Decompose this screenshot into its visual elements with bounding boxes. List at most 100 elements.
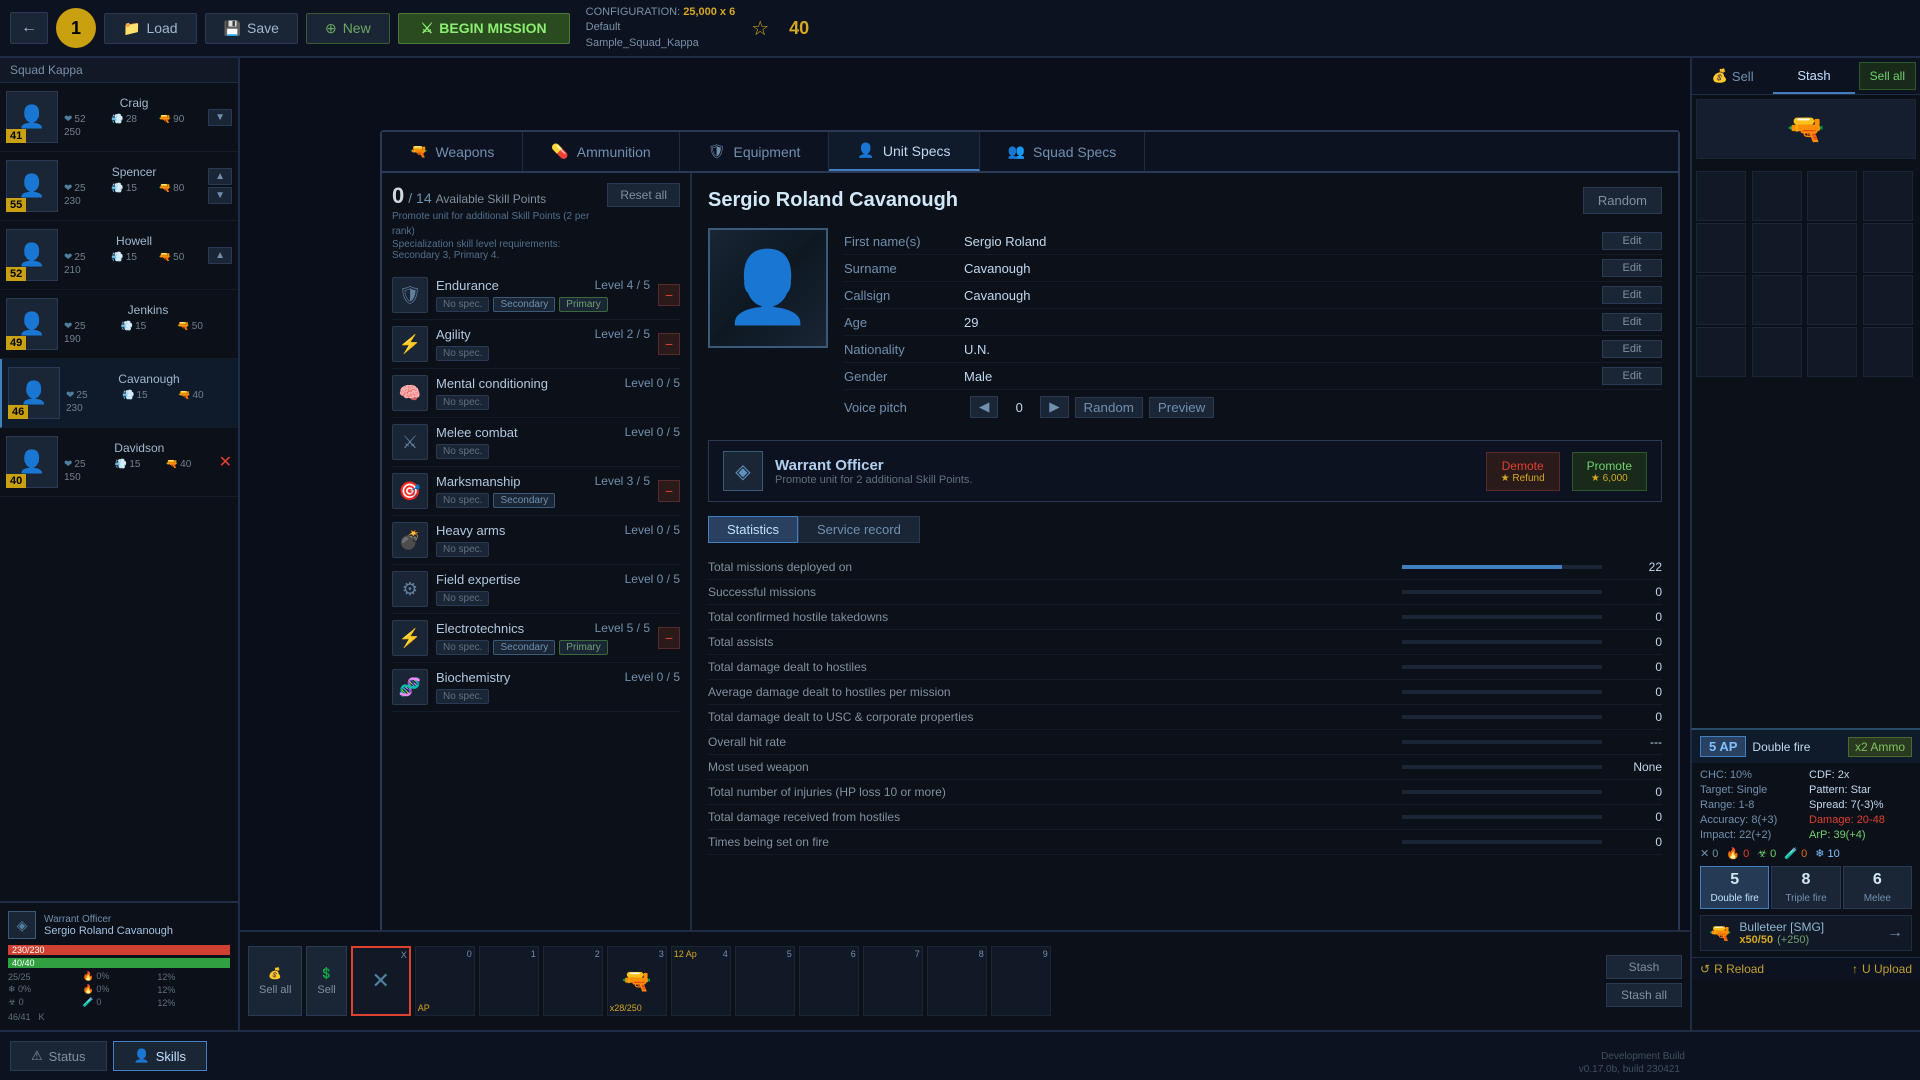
panel-body: 0 / 14 Available Skill Points Promote un… [382, 173, 1678, 978]
sell-tab[interactable]: 💰 Sell [1692, 58, 1773, 94]
triple-fire-tab-label: Triple fire [1785, 893, 1826, 904]
squad-member-howell[interactable]: 👤 52 Howell ❤25 💨15 🔫50 210 ▲ [0, 221, 238, 290]
inv-slot-3[interactable]: 2 [543, 946, 603, 1016]
edit-callsign-btn[interactable]: Edit [1602, 286, 1662, 304]
reload-btn[interactable]: ↺ R Reload [1700, 962, 1764, 976]
inv-slot-5[interactable]: 4 12 Ap [671, 946, 731, 1016]
electro-minus-btn[interactable]: − [658, 627, 680, 649]
stash-slot-6[interactable] [1752, 223, 1802, 273]
inv-slot-8[interactable]: 7 [863, 946, 923, 1016]
save-button[interactable]: 💾 Save [205, 13, 298, 44]
voice-preview-btn[interactable]: Preview [1149, 397, 1214, 418]
inv-slot-0[interactable]: ✕ X [351, 946, 411, 1016]
stash-slot-10[interactable] [1752, 275, 1802, 325]
up-btn-spencer[interactable]: ▲ [208, 168, 232, 185]
skills-btn[interactable]: 👤 Skills [113, 1041, 208, 1071]
voice-prev-btn[interactable]: ◀ [970, 396, 998, 418]
stash-slot-7[interactable] [1807, 223, 1857, 273]
level-jenkins: 49 [6, 336, 26, 350]
edit-firstname-btn[interactable]: Edit [1602, 232, 1662, 250]
edit-nationality-btn[interactable]: Edit [1602, 340, 1662, 358]
inv-slot-4[interactable]: 🔫 3 x28/250 [607, 946, 667, 1016]
begin-mission-button[interactable]: ⚔ BEGIN MISSION [398, 13, 570, 44]
stash-all-btn[interactable]: Stash all [1606, 983, 1682, 1007]
voice-next-btn[interactable]: ▶ [1040, 396, 1068, 418]
edit-surname-btn[interactable]: Edit [1602, 259, 1662, 277]
random-button[interactable]: Random [1583, 187, 1662, 214]
edit-gender-btn[interactable]: Edit [1602, 367, 1662, 385]
stash-slot-3[interactable] [1807, 171, 1857, 221]
fire-tab-melee[interactable]: 6 Melee [1843, 866, 1912, 909]
inv-slot-7[interactable]: 6 [799, 946, 859, 1016]
promote-label: Promote [1587, 459, 1632, 473]
stash-slot-16[interactable] [1863, 327, 1913, 377]
resist-slash: ✕ 0 [1700, 847, 1718, 860]
inv-slot-10[interactable]: 9 [991, 946, 1051, 1016]
damage-label: Damage: 20-48 [1809, 814, 1912, 826]
edit-age-btn[interactable]: Edit [1602, 313, 1662, 331]
stash-slot-1[interactable] [1696, 171, 1746, 221]
stash-weapon-slot[interactable]: 🔫 [1696, 99, 1916, 159]
demote-button[interactable]: Demote ★ Refund [1486, 452, 1560, 491]
stash-btn[interactable]: Stash [1606, 955, 1682, 979]
squad-member-craig[interactable]: 👤 41 Craig ❤52 💨28 🔫90 250 ▼ [0, 83, 238, 152]
inv-slot-9[interactable]: 8 [927, 946, 987, 1016]
service-record-tab[interactable]: Service record [798, 516, 920, 543]
tab-ammunition[interactable]: 💊 Ammunition [523, 132, 679, 171]
stash-slot-15[interactable] [1807, 327, 1857, 377]
inner-tabs: Statistics Service record [708, 516, 1662, 543]
statistics-tab[interactable]: Statistics [708, 516, 798, 543]
stash-slot-9[interactable] [1696, 275, 1746, 325]
up-btn-howell[interactable]: ▲ [208, 247, 232, 264]
squad-member-spencer[interactable]: 👤 55 Spencer ❤25 💨15 🔫80 230 ▲ ▼ [0, 152, 238, 221]
melee-tab-label: Melee [1864, 893, 1891, 904]
stash-slot-8[interactable] [1863, 223, 1913, 273]
begin-label: BEGIN MISSION [439, 20, 546, 36]
stat-row-assists: Total assists 0 [708, 630, 1662, 655]
promote-button[interactable]: Promote ★ 6,000 [1572, 452, 1647, 491]
stash-sell-all-btn[interactable]: Sell all [1859, 62, 1916, 90]
stash-slot-13[interactable] [1696, 327, 1746, 377]
inv-slot-6[interactable]: 5 [735, 946, 795, 1016]
stash-slot-14[interactable] [1752, 327, 1802, 377]
tab-equipment[interactable]: 🛡 Equipment [680, 132, 830, 171]
squad-member-jenkins[interactable]: 👤 49 Jenkins ❤25 💨15 🔫50 190 [0, 290, 238, 359]
status-btn[interactable]: ⚠ Status [10, 1041, 107, 1071]
reset-all-button[interactable]: Reset all [607, 183, 680, 207]
stash-tab[interactable]: Stash [1773, 58, 1854, 94]
stash-slot-5[interactable] [1696, 223, 1746, 273]
sell-coin-icon: 💰 [1712, 68, 1728, 84]
rating-star[interactable]: ☆ [751, 16, 769, 41]
new-button[interactable]: ⊕ New [306, 13, 390, 44]
squad-member-cavanough[interactable]: 👤 46 Cavanough ❤25 💨15 🔫40 230 [0, 359, 238, 428]
endurance-level: Level 4 / 5 [595, 278, 650, 297]
sell-inv-btn[interactable]: 💲 Sell [306, 946, 346, 1016]
inv-slot-2[interactable]: 1 [479, 946, 539, 1016]
voice-random-btn[interactable]: Random [1075, 397, 1143, 418]
stash-slot-11[interactable] [1807, 275, 1857, 325]
level-row: 46/41 K [8, 1012, 230, 1022]
inv-slot-1[interactable]: 0 AP [415, 946, 475, 1016]
back-button[interactable]: ← [10, 12, 48, 44]
load-button[interactable]: 📁 Load [104, 13, 197, 44]
agility-minus-btn[interactable]: − [658, 333, 680, 355]
fire-tab-triple[interactable]: 8 Triple fire [1771, 866, 1840, 909]
sell-all-inv-btn[interactable]: 💰 Sell all [248, 946, 302, 1016]
tab-squad-specs[interactable]: 👥 Squad Specs [980, 132, 1146, 171]
stash-slot-12[interactable] [1863, 275, 1913, 325]
down-btn-craig[interactable]: ▼ [208, 109, 232, 126]
tab-weapons[interactable]: 🔫 Weapons [382, 132, 523, 171]
double-fire-tab-label: Double fire [1710, 893, 1758, 904]
upload-btn[interactable]: ↑ U Upload [1852, 962, 1912, 976]
endurance-minus-btn[interactable]: − [658, 284, 680, 306]
stash-slot-4[interactable] [1863, 171, 1913, 221]
fire-tab-double[interactable]: 5 Double fire [1700, 866, 1769, 909]
stash-slot-2[interactable] [1752, 171, 1802, 221]
down-btn-spencer[interactable]: ▼ [208, 187, 232, 204]
skill-heavyarms: 💣 Heavy arms Level 0 / 5 No spec. [392, 516, 680, 565]
stat-row-corporate-damage: Total damage dealt to USC & corporate pr… [708, 705, 1662, 730]
squad-member-davidson[interactable]: 👤 40 Davidson ❤25 💨15 🔫40 150 ✕ [0, 428, 238, 497]
tab-unit-specs[interactable]: 👤 Unit Specs [829, 132, 979, 171]
stat-row-takedowns: Total confirmed hostile takedowns 0 [708, 605, 1662, 630]
marks-minus-btn[interactable]: − [658, 480, 680, 502]
